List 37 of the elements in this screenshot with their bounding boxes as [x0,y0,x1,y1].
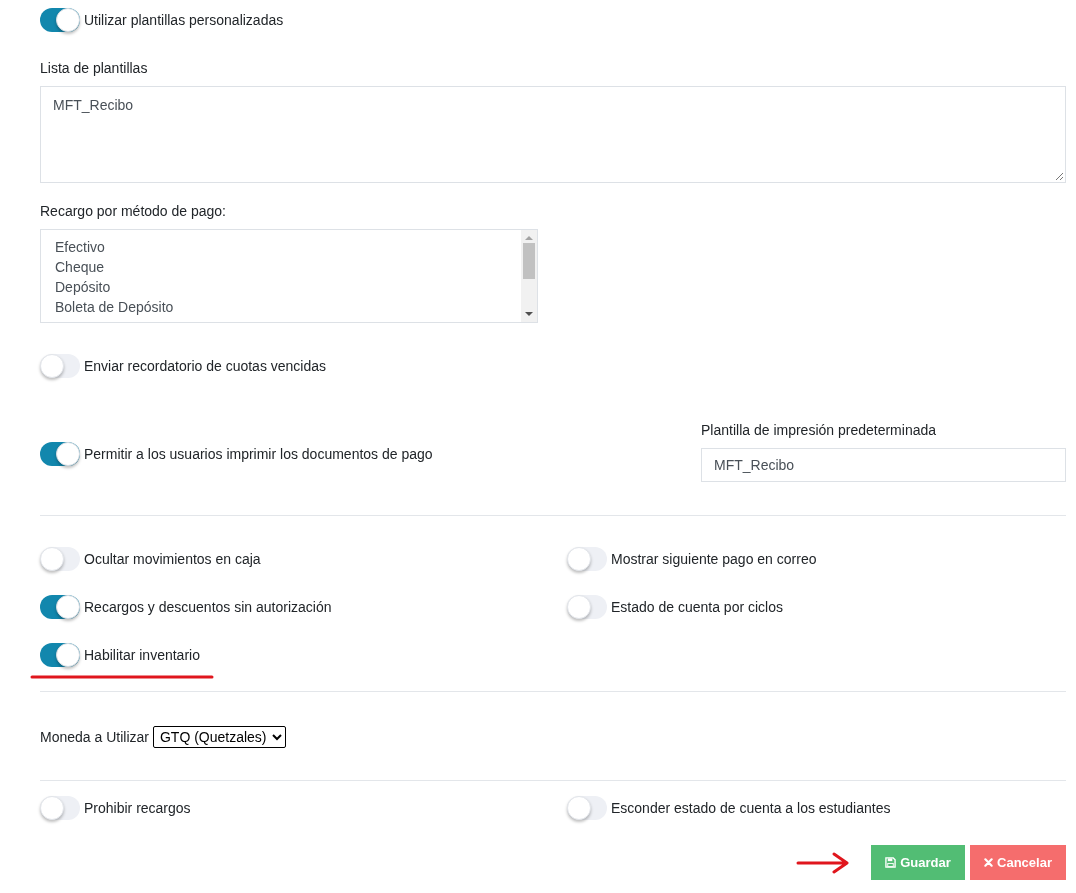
annotation-arrow [796,851,850,874]
list-option[interactable]: Boleta de Depósito [55,297,521,317]
field-label: Recargo por método de pago: [40,202,227,221]
toggle-switch[interactable] [567,547,607,571]
toggle-label: Mostrar siguiente pago en correo [611,549,817,569]
text-area[interactable]: MFT_Recibo [40,86,1066,183]
toggle-label: Enviar recordatorio de cuotas vencidas [84,356,327,376]
toggle-switch[interactable] [40,547,80,571]
list-option[interactable]: Cheque [55,257,521,277]
toggle-label: Esconder estado de cuenta a los estudiantes [611,798,891,818]
scrollbar[interactable] [521,230,537,322]
field-label: Lista de plantillas [40,59,149,78]
toggle-switch[interactable] [40,796,80,820]
toggle-switch[interactable] [40,595,80,619]
currency-select[interactable]: GTQ (Quetzales) [152,726,286,748]
save-icon [885,857,897,868]
toggle-switch[interactable] [40,643,80,667]
close-icon [984,858,994,867]
toggle-label: Ocultar movimientos en caja [84,549,261,569]
list-option[interactable]: Efectivo [55,237,521,257]
toggle-switch[interactable] [40,442,80,466]
toggle-label: Prohibir recargos [84,798,191,818]
field-label: Moneda a Utilizar [40,727,149,747]
resize-handle-icon[interactable] [1055,172,1064,181]
toggle-switch[interactable] [567,796,607,820]
toggle-label: Recargos y descuentos sin autorización [84,597,332,617]
toggle-label: Permitir a los usuarios imprimir los documentos de pago [84,444,433,464]
input-field[interactable]: MFT_Recibo [701,448,1066,482]
toggle-switch[interactable] [40,8,80,32]
toggle-switch[interactable] [567,595,607,619]
toggle-label: Estado de cuenta por ciclos [611,597,783,617]
toggle-switch[interactable] [40,354,80,378]
list-box[interactable]: Efectivo Cheque Depósito Boleta de Depósito [40,229,538,323]
list-option[interactable]: Depósito [55,277,521,297]
toggle-label: Habilitar inventario [84,645,200,665]
field-label: Plantilla de impresión predeterminada [701,421,938,440]
toggle-label: Utilizar plantillas personalizadas [84,10,284,30]
